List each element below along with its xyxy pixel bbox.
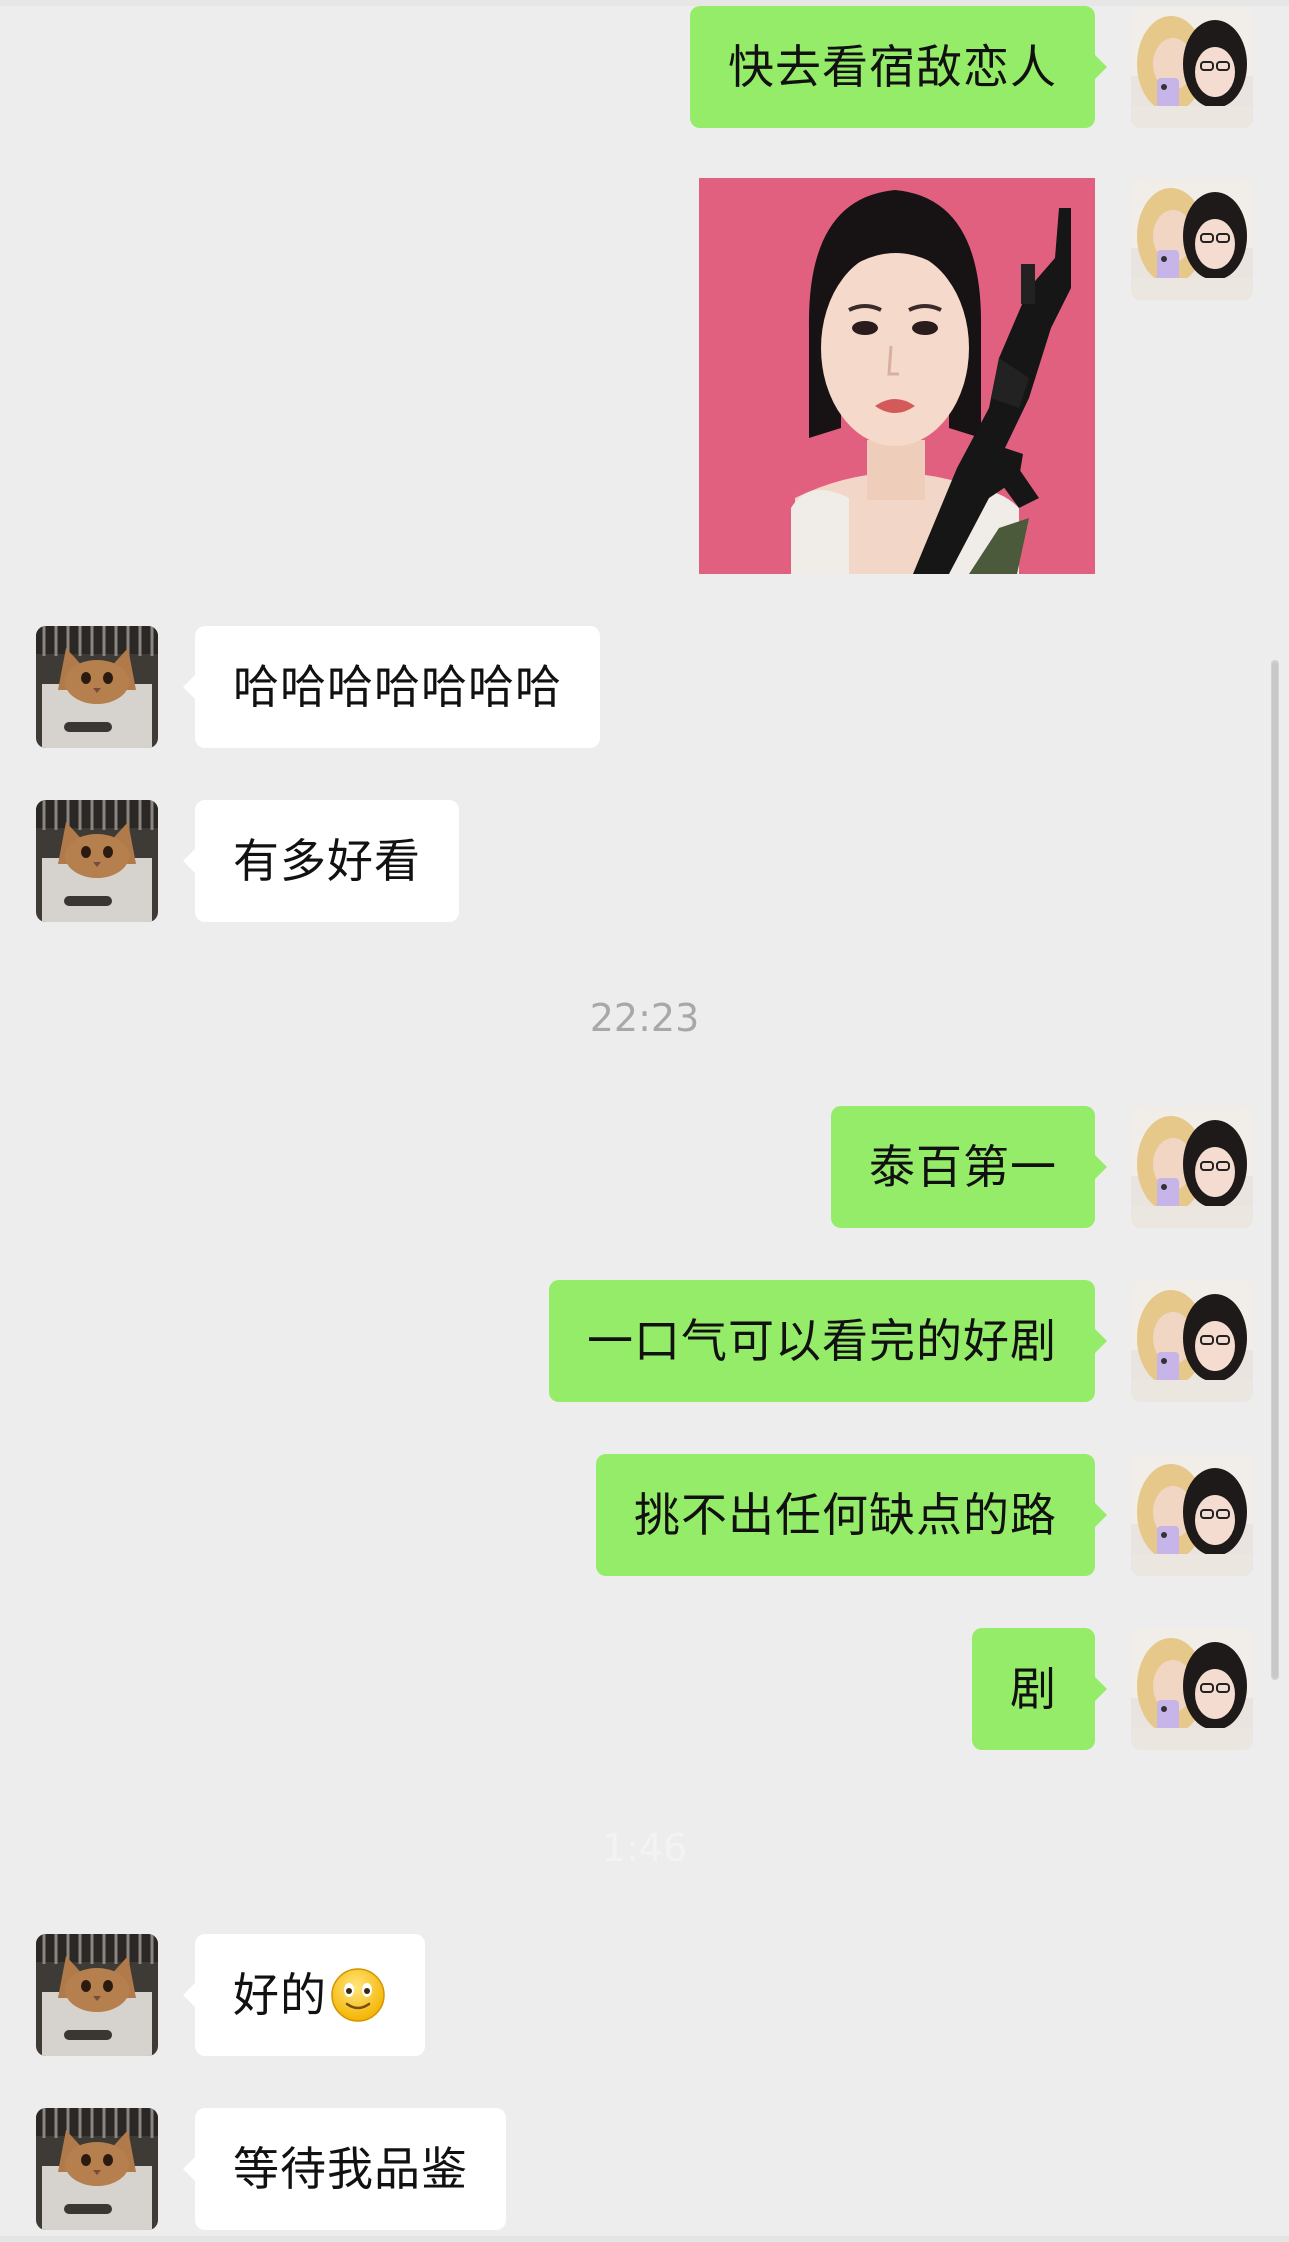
self-avatar[interactable] (1131, 1106, 1253, 1228)
message-text: 哈哈哈哈哈哈哈 (233, 660, 562, 714)
self-avatar-photo (1131, 1280, 1253, 1402)
self-avatar[interactable] (1131, 6, 1253, 128)
self-avatar[interactable] (1131, 1280, 1253, 1402)
message-bubble-sent[interactable]: 剧 (972, 1628, 1107, 1750)
bottom-divider (0, 2236, 1289, 2242)
self-avatar[interactable] (1131, 178, 1253, 300)
message-text: 等待我品鉴 (233, 2142, 468, 2196)
chat-message-list[interactable]: 快去看宿敌恋人 哈哈哈哈哈哈哈 有多好看 22:23 泰百第一 一口气可以看完的… (0, 0, 1289, 2242)
message-timestamp: 22:23 (589, 996, 700, 1040)
message-bubble-received[interactable]: 有多好看 (183, 800, 459, 922)
self-avatar[interactable] (1131, 1454, 1253, 1576)
message-timestamp: 1:46 (601, 1826, 688, 1870)
message-bubble-received[interactable]: 等待我品鉴 (183, 2108, 506, 2230)
message-text: 一口气可以看完的好剧 (587, 1314, 1057, 1368)
message-bubble-sent[interactable]: 快去看宿敌恋人 (690, 6, 1107, 128)
self-avatar-photo (1131, 1106, 1253, 1228)
self-avatar-photo (1131, 1454, 1253, 1576)
top-divider (0, 0, 1289, 6)
cat-avatar-photo (36, 800, 158, 922)
message-bubble-sent[interactable]: 挑不出任何缺点的路 (596, 1454, 1107, 1576)
message-text: 泰百第一 (869, 1140, 1057, 1194)
contact-avatar[interactable] (36, 626, 158, 748)
message-bubble-received[interactable]: 好的 (183, 1934, 425, 2056)
message-text: 快去看宿敌恋人 (728, 40, 1057, 94)
cat-avatar-photo (36, 1934, 158, 2056)
contact-avatar[interactable] (36, 2108, 158, 2230)
contact-avatar[interactable] (36, 800, 158, 922)
self-avatar-photo (1131, 6, 1253, 128)
message-text: 好的 (233, 1968, 327, 2022)
message-bubble-sent[interactable]: 一口气可以看完的好剧 (549, 1280, 1107, 1402)
message-bubble-sent[interactable]: 泰百第一 (831, 1106, 1107, 1228)
scrollbar-thumb[interactable] (1272, 662, 1278, 1678)
image-message[interactable] (699, 178, 1095, 574)
cat-avatar-photo (36, 2108, 158, 2230)
contact-avatar[interactable] (36, 1934, 158, 2056)
message-text: 剧 (1010, 1662, 1057, 1716)
message-text: 挑不出任何缺点的路 (634, 1488, 1057, 1542)
self-avatar-photo (1131, 178, 1253, 300)
message-bubble-received[interactable]: 哈哈哈哈哈哈哈 (183, 626, 600, 748)
photo-icon (699, 178, 1095, 574)
slightly-smiling-face-icon (329, 1966, 387, 2024)
self-avatar-photo (1131, 1628, 1253, 1750)
cat-avatar-photo (36, 626, 158, 748)
self-avatar[interactable] (1131, 1628, 1253, 1750)
message-text: 有多好看 (233, 834, 421, 888)
